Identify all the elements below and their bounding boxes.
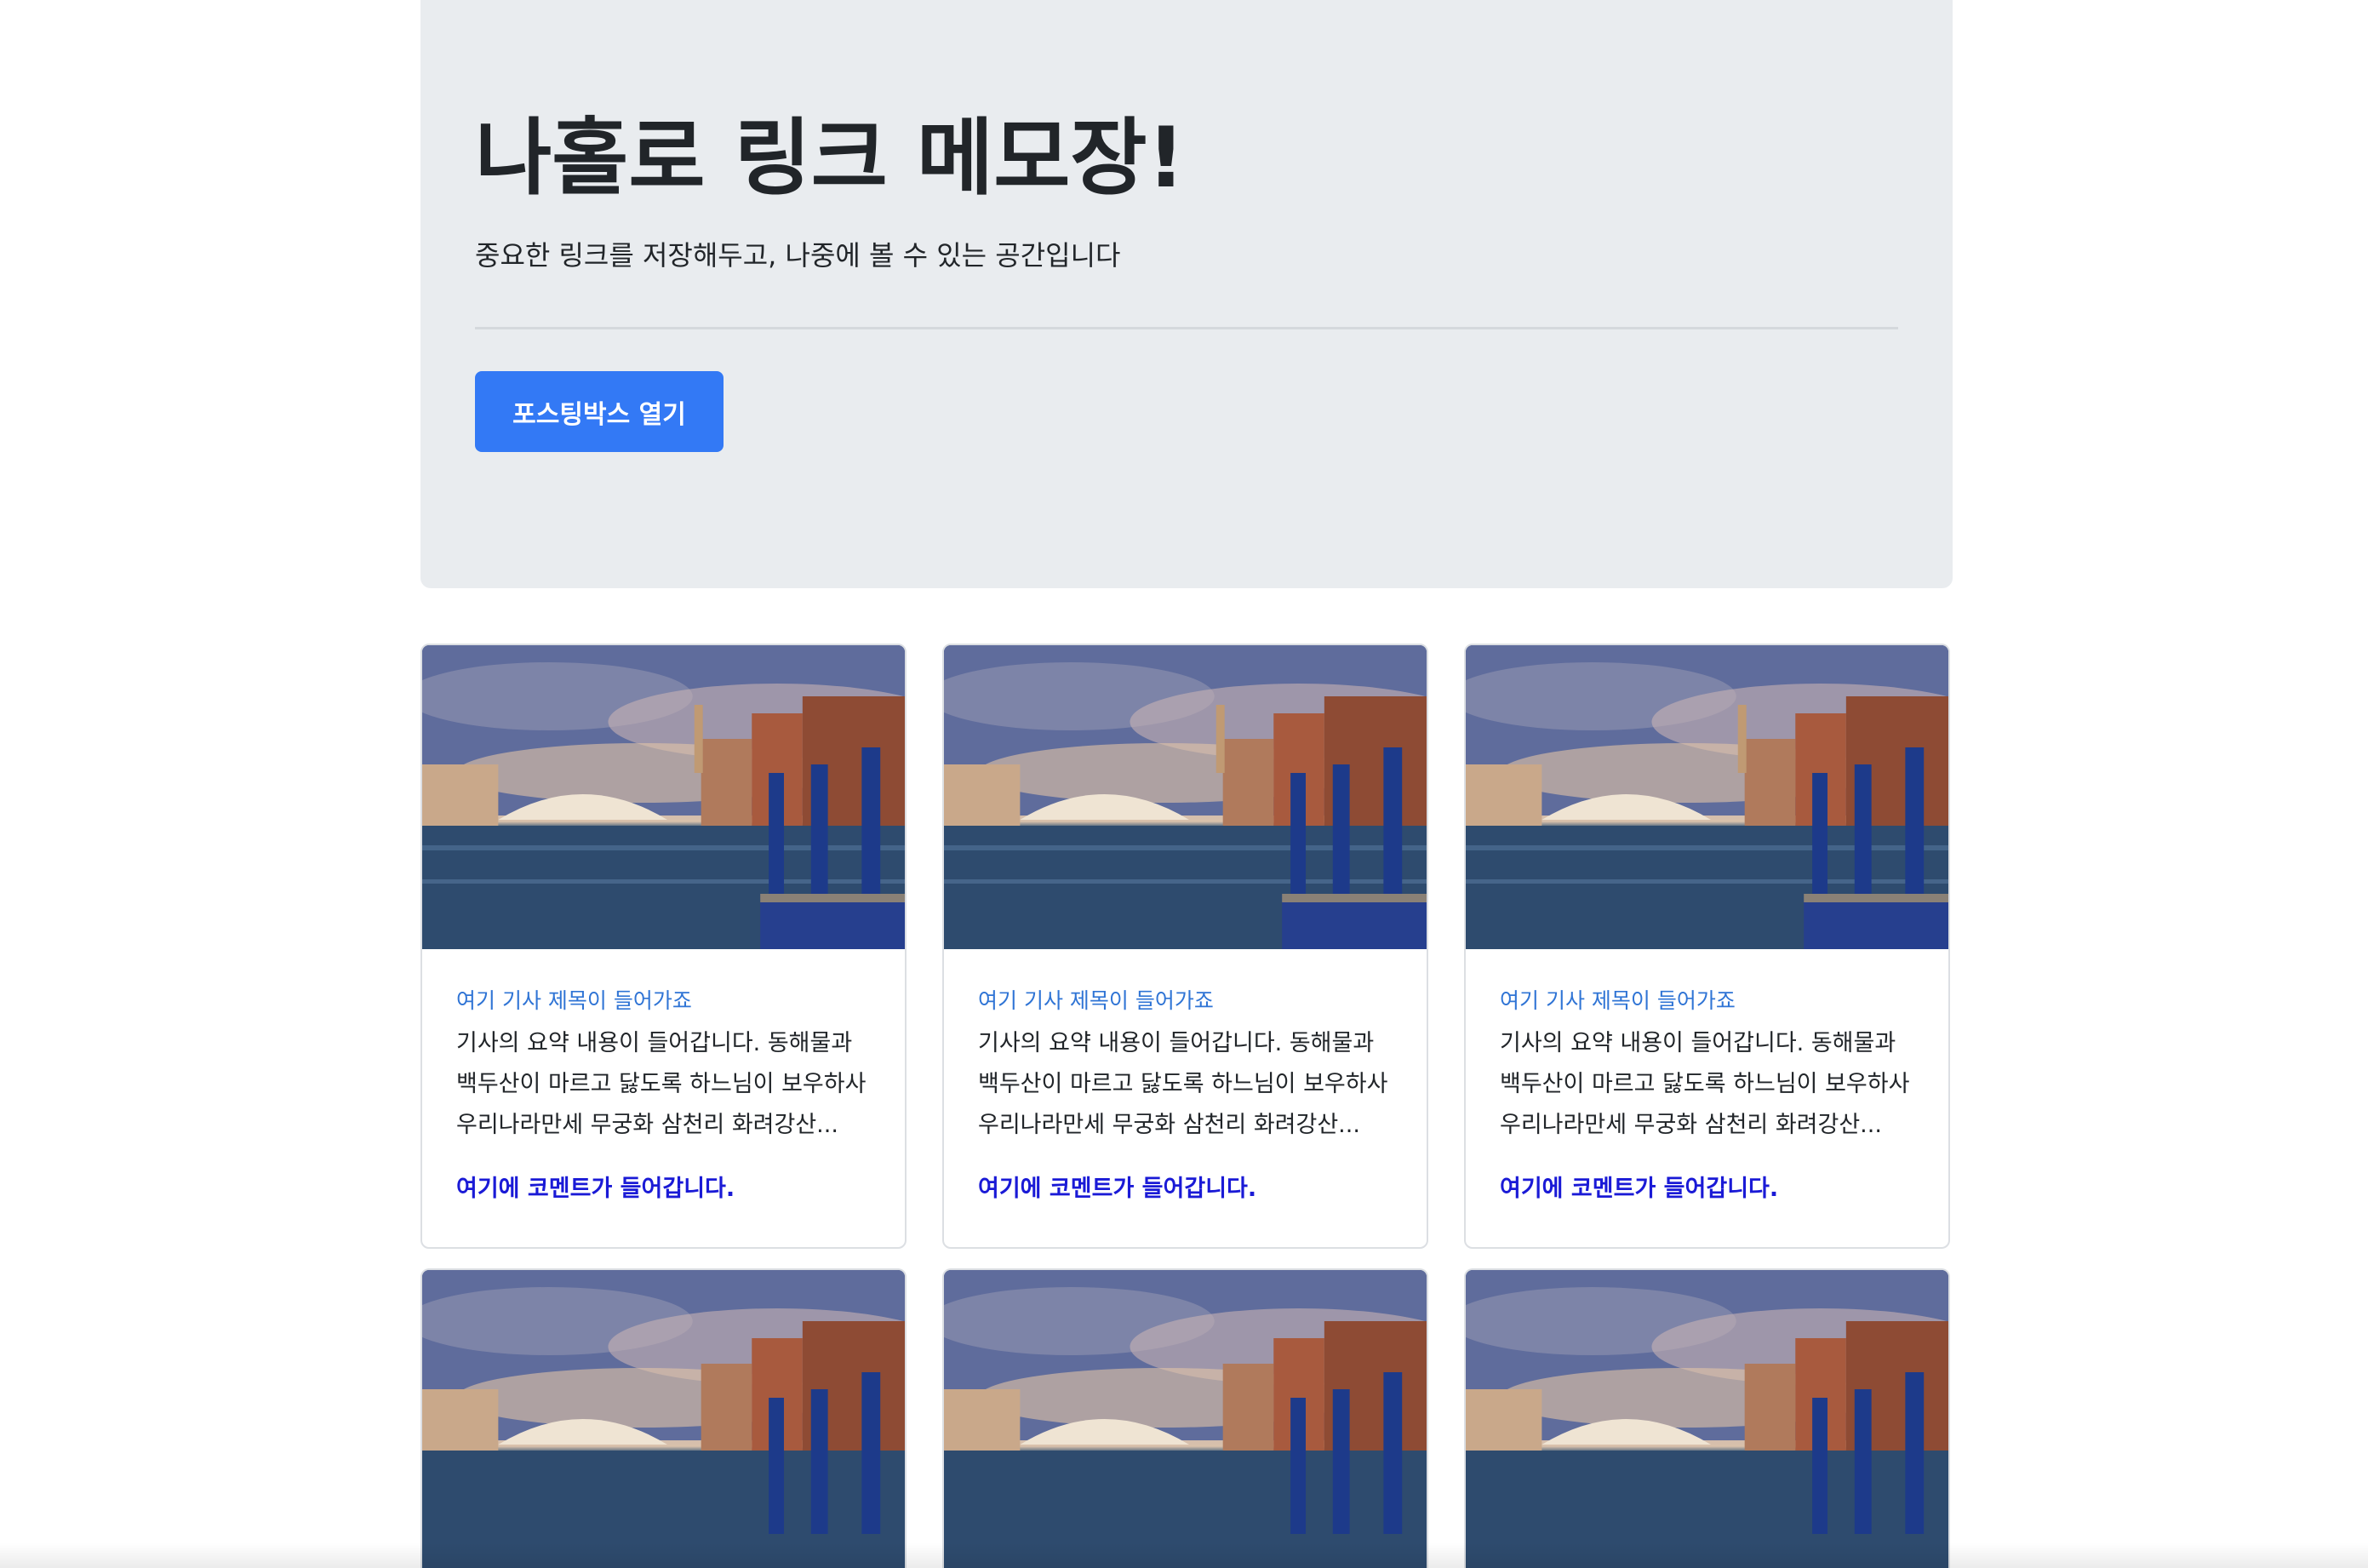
card-image — [1466, 1270, 1948, 1568]
card-summary-line: 우리나라만세 무궁화 삼천리 화려강산... — [1500, 1112, 1882, 1138]
article-card — [942, 1268, 1428, 1568]
card-comment: 여기에 코멘트가 들어갑니다. — [1500, 1176, 1779, 1202]
article-card — [1464, 1268, 1950, 1568]
card-image — [422, 645, 905, 949]
divider — [475, 327, 1898, 329]
card-image — [944, 1270, 1427, 1568]
card-summary-line: 백두산이 마르고 닳도록 하느님이 보우하사 — [1500, 1071, 1910, 1097]
article-card: 여기 기사 제목이 들어가죠 기사의 요약 내용이 들어갑니다. 동해물과 백두… — [420, 644, 907, 1249]
page-title: 나홀로 링크 메모장! — [475, 110, 1186, 207]
card-summary-line: 기사의 요약 내용이 들어갑니다. 동해물과 — [1500, 1030, 1896, 1056]
card-summary-line: 우리나라만세 무궁화 삼천리 화려강산... — [456, 1112, 838, 1138]
card-image — [422, 1270, 905, 1568]
card-summary-line: 우리나라만세 무궁화 삼천리 화려강산... — [978, 1112, 1360, 1138]
card-summary: 기사의 요약 내용이 들어갑니다. 동해물과 백두산이 마르고 닳도록 하느님이… — [456, 1023, 882, 1146]
article-card — [420, 1268, 907, 1568]
card-comment: 여기에 코멘트가 들어갑니다. — [456, 1176, 735, 1202]
article-card: 여기 기사 제목이 들어가죠 기사의 요약 내용이 들어갑니다. 동해물과 백두… — [1464, 644, 1950, 1249]
card-summary: 기사의 요약 내용이 들어갑니다. 동해물과 백두산이 마르고 닳도록 하느님이… — [1500, 1023, 1925, 1146]
card-comment: 여기에 코멘트가 들어갑니다. — [978, 1176, 1257, 1202]
card-summary: 기사의 요약 내용이 들어갑니다. 동해물과 백두산이 마르고 닳도록 하느님이… — [978, 1023, 1404, 1146]
card-summary-line: 백두산이 마르고 닳도록 하느님이 보우하사 — [456, 1071, 867, 1097]
card-summary-line: 기사의 요약 내용이 들어갑니다. 동해물과 — [978, 1030, 1375, 1056]
card-title-link[interactable]: 여기 기사 제목이 들어가죠 — [978, 984, 1214, 1015]
card-summary-line: 기사의 요약 내용이 들어갑니다. 동해물과 — [456, 1030, 853, 1056]
card-image — [944, 645, 1427, 949]
card-summary-line: 백두산이 마르고 닳도록 하느님이 보우하사 — [978, 1071, 1388, 1097]
article-card: 여기 기사 제목이 들어가죠 기사의 요약 내용이 들어갑니다. 동해물과 백두… — [942, 644, 1428, 1249]
jumbotron: 나홀로 링크 메모장! 중요한 링크를 저장해두고, 나중에 볼 수 있는 공간… — [420, 0, 1953, 588]
card-image — [1466, 645, 1948, 949]
card-title-link[interactable]: 여기 기사 제목이 들어가죠 — [1500, 984, 1736, 1015]
page-lead: 중요한 링크를 저장해두고, 나중에 볼 수 있는 공간입니다 — [475, 239, 1121, 272]
open-posting-box-button[interactable]: 포스팅박스 열기 — [475, 371, 724, 452]
card-title-link[interactable]: 여기 기사 제목이 들어가죠 — [456, 984, 692, 1015]
